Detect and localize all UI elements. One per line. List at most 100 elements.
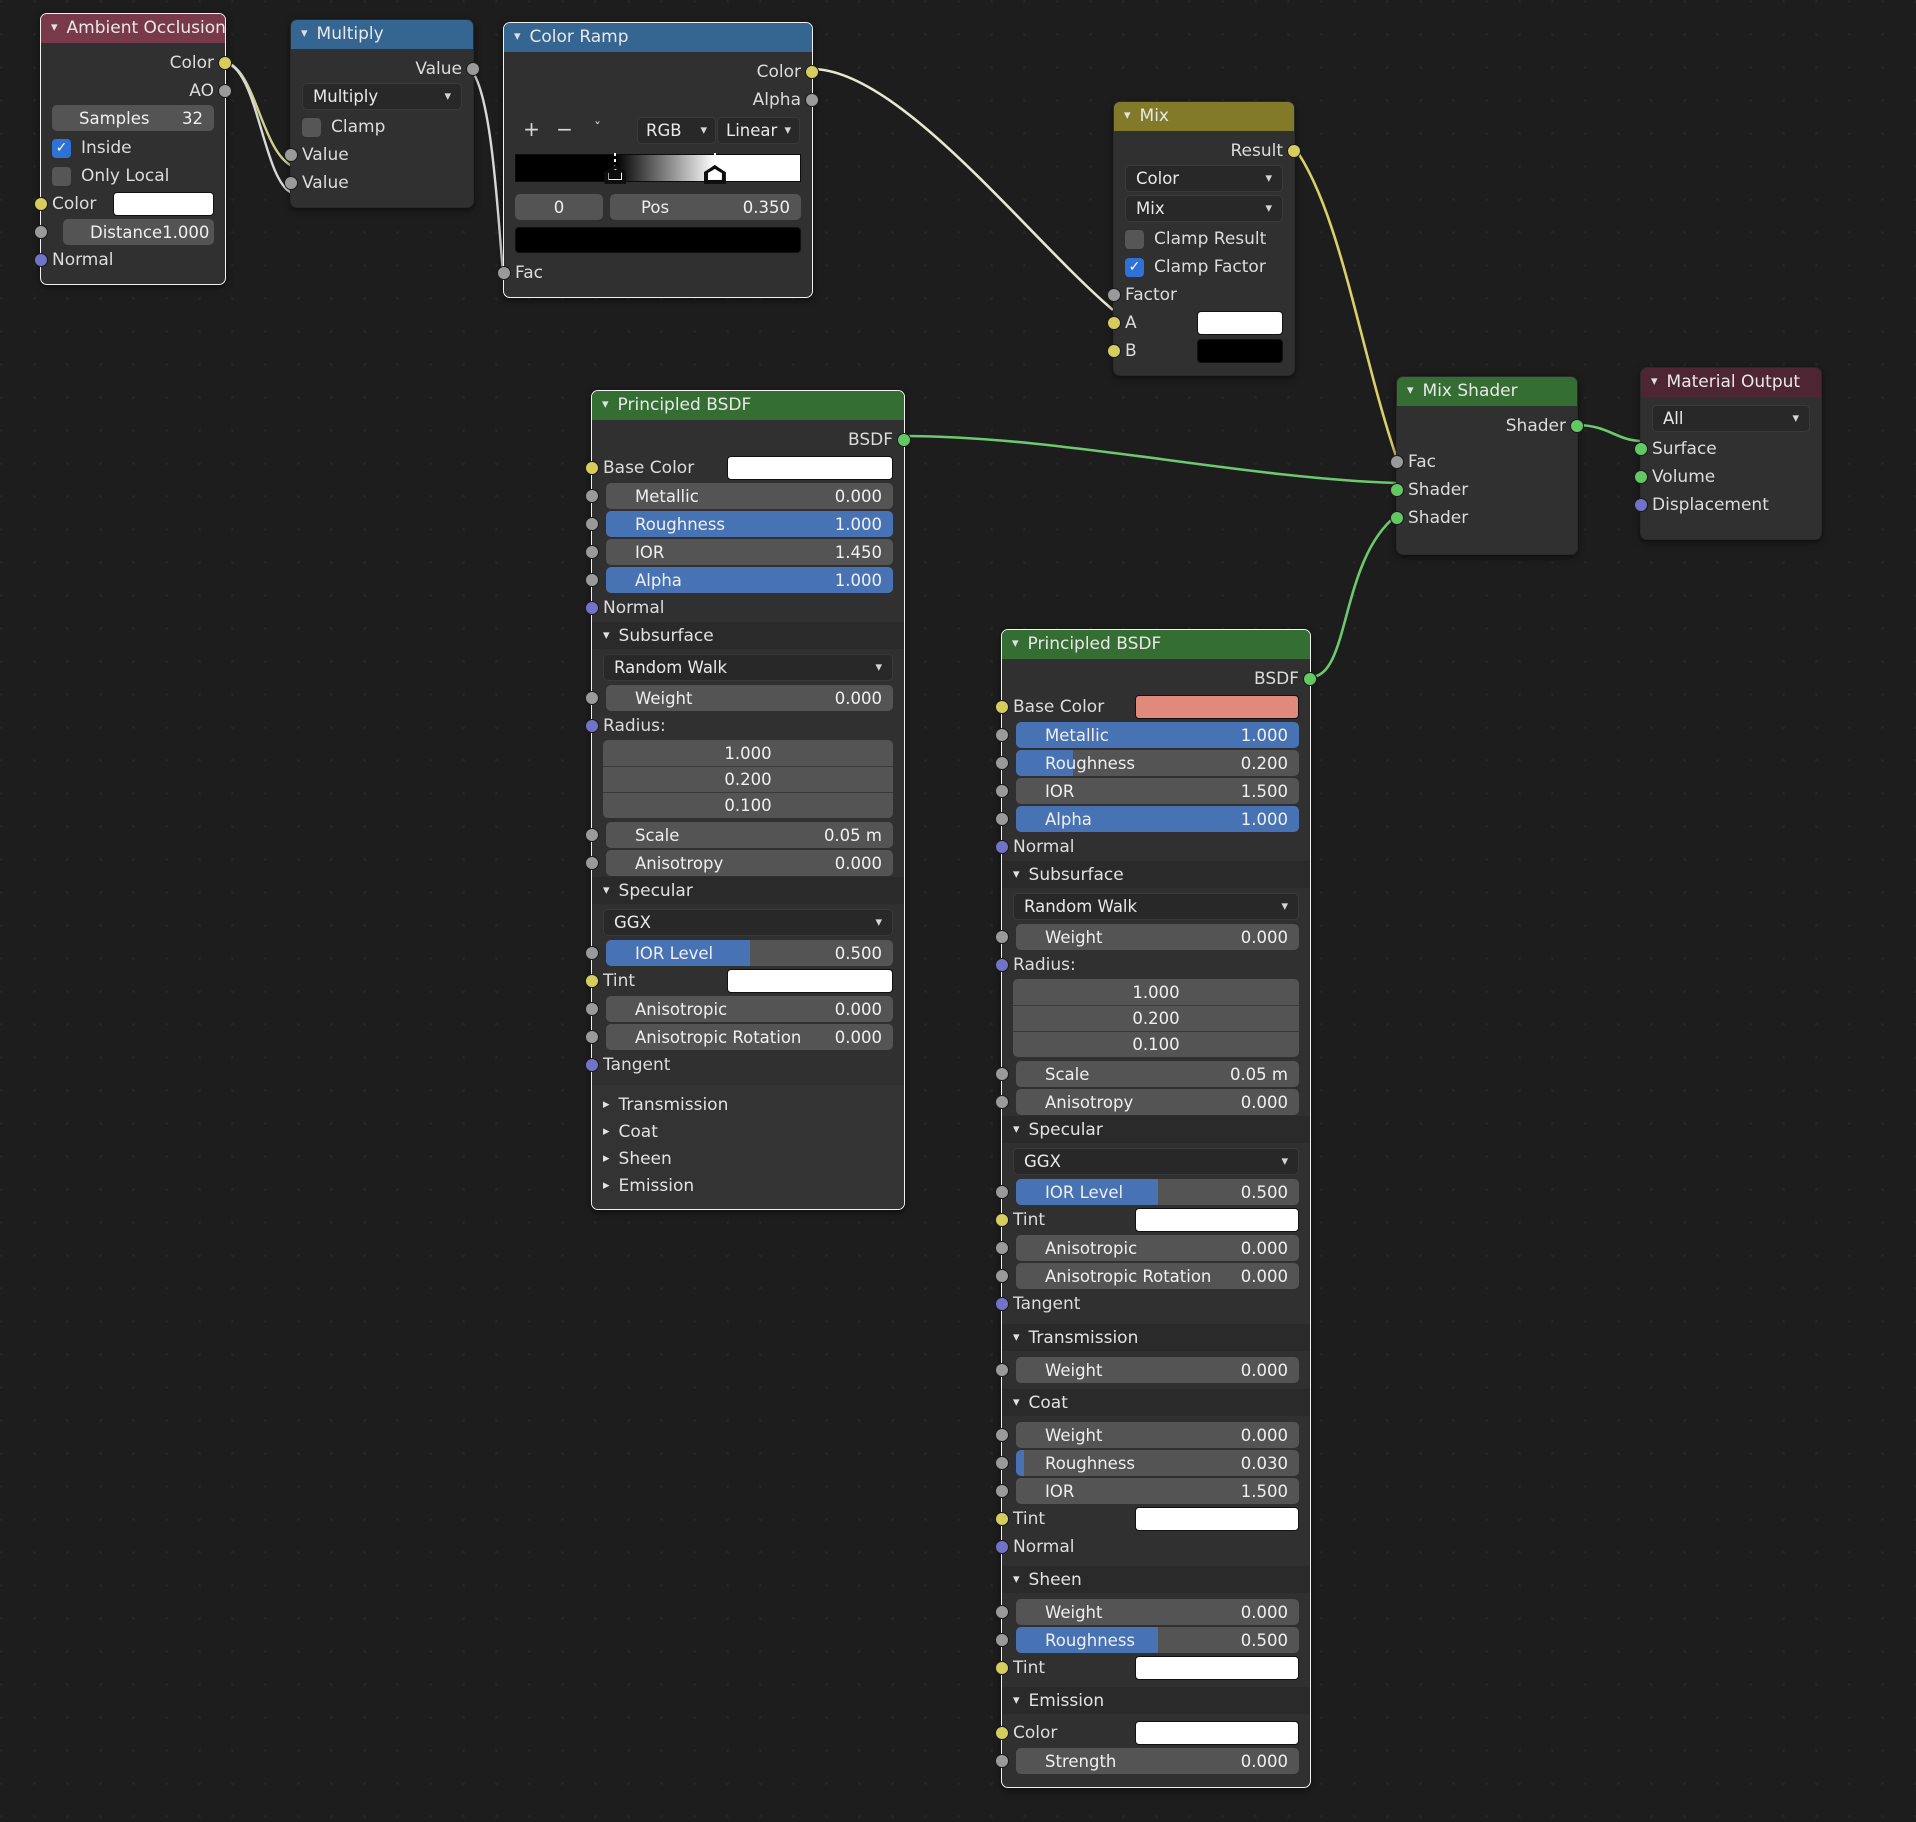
socket-color-out[interactable] xyxy=(805,65,819,79)
input-subsurface-radius[interactable]: Radius: xyxy=(995,951,1310,979)
socket-base-color-in[interactable] xyxy=(585,461,599,475)
output-mix-shader[interactable]: Shader xyxy=(1397,412,1584,440)
node-header-mix-shader[interactable]: ▾ Mix Shader xyxy=(1397,377,1577,406)
input-mix-b[interactable]: B xyxy=(1107,337,1294,365)
chevron-down-icon[interactable]: ▾ xyxy=(1013,867,1020,882)
coat-roughness-slider[interactable]: Roughness 0.030 xyxy=(1016,1450,1299,1476)
roughness-slider[interactable]: Roughness 0.200 xyxy=(1016,750,1299,776)
panel-coat[interactable]: ▾ Coat xyxy=(1002,1389,1310,1416)
input-coat-tint[interactable]: Tint xyxy=(995,1505,1310,1533)
socket-weight-in[interactable] xyxy=(995,1605,1009,1619)
output-mix-result[interactable]: Result xyxy=(1114,137,1301,165)
panel-emission[interactable]: ▾ Emission xyxy=(1002,1687,1310,1714)
socket-roughness-in[interactable] xyxy=(995,1633,1009,1647)
socket-anisotropic-rotation-in[interactable] xyxy=(995,1269,1009,1283)
socket-fac-in[interactable] xyxy=(497,266,511,280)
coat-weight-field[interactable]: Weight 0.000 xyxy=(1016,1422,1299,1448)
socket-anisotropy-in[interactable] xyxy=(995,1095,1009,1109)
socket-roughness-in[interactable] xyxy=(995,756,1009,770)
input-sheen-roughness[interactable]: Roughness 0.500 xyxy=(995,1626,1310,1654)
clamp-result-checkbox-row[interactable]: Clamp Result xyxy=(1114,225,1294,253)
color-swatch[interactable] xyxy=(113,192,214,216)
input-mix-a[interactable]: A xyxy=(1107,309,1294,337)
socket-roughness-in[interactable] xyxy=(585,517,599,531)
input-mix-shader-1[interactable]: Shader xyxy=(1390,476,1577,504)
socket-value-in[interactable] xyxy=(284,148,298,162)
input-multiply-value-2[interactable]: Value xyxy=(284,169,473,197)
socket-color-out[interactable] xyxy=(218,56,232,70)
specular-tint-swatch[interactable] xyxy=(1135,1208,1299,1232)
ramp-index-field[interactable]: 0 xyxy=(515,194,603,220)
node-mix[interactable]: ▾ Mix Result Color ▾ Mix ▾ Clamp Result … xyxy=(1107,101,1301,376)
input-mix-shader-2[interactable]: Shader xyxy=(1390,504,1577,532)
subsurface-anisotropy-field[interactable]: Anisotropy 0.000 xyxy=(606,850,893,876)
alpha-slider[interactable]: Alpha 1.000 xyxy=(1016,806,1299,832)
chevron-down-icon[interactable]: ▾ xyxy=(1407,376,1414,405)
chevron-right-icon[interactable]: ▸ xyxy=(603,1178,610,1193)
checkbox-checked-icon[interactable]: ✓ xyxy=(1125,257,1144,277)
color-mode-dropdown[interactable]: RGB ▾ xyxy=(637,117,716,144)
coat-tint-swatch[interactable] xyxy=(1135,1507,1299,1531)
ramp-menu-chevron-icon[interactable]: ˇ xyxy=(581,121,614,137)
specular-distribution-dropdown[interactable]: GGX ▾ xyxy=(603,909,893,936)
input-transmission-weight[interactable]: Weight 0.000 xyxy=(995,1356,1310,1384)
input-alpha[interactable]: Alpha 1.000 xyxy=(995,805,1310,833)
socket-shader-out[interactable] xyxy=(1570,419,1584,433)
socket-metallic-in[interactable] xyxy=(995,728,1009,742)
socket-normal-in[interactable] xyxy=(995,840,1009,854)
socket-tint-in[interactable] xyxy=(585,974,599,988)
socket-strength-in[interactable] xyxy=(995,1754,1009,1768)
panel-subsurface[interactable]: ▾ Subsurface xyxy=(592,622,904,649)
metallic-slider[interactable]: Metallic 1.000 xyxy=(1016,722,1299,748)
socket-anisotropic-in[interactable] xyxy=(585,1002,599,1016)
node-ambient-occlusion[interactable]: ▾ Ambient Occlusion Color AO Samples 32 ✓… xyxy=(34,13,232,285)
input-coat-normal[interactable]: Normal xyxy=(995,1533,1310,1561)
input-anisotropic-rotation[interactable]: Anisotropic Rotation 0.000 xyxy=(995,1262,1310,1290)
checkbox-unchecked-icon[interactable] xyxy=(302,117,321,137)
input-subsurface-radius[interactable]: Radius: xyxy=(585,712,904,740)
input-ior-level[interactable]: IOR Level 0.500 xyxy=(585,939,904,967)
panel-specular[interactable]: ▾ Specular xyxy=(592,877,904,904)
blend-mode-dropdown[interactable]: Mix ▾ xyxy=(1125,195,1283,222)
ramp-selected-color-swatch[interactable] xyxy=(515,227,801,253)
input-coat-ior[interactable]: IOR 1.500 xyxy=(995,1477,1310,1505)
node-color-ramp[interactable]: ▾ Color Ramp Color Alpha + − ˇ RGB ▾ Lin… xyxy=(497,22,819,298)
socket-anisotropic-rotation-in[interactable] xyxy=(585,1030,599,1044)
input-subsurface-weight[interactable]: Weight 0.000 xyxy=(995,923,1310,951)
chevron-down-icon[interactable]: ▾ xyxy=(1013,1330,1020,1345)
input-volume[interactable]: Volume xyxy=(1634,463,1821,491)
inside-checkbox-row[interactable]: ✓ Inside xyxy=(41,134,225,162)
input-normal[interactable]: Normal xyxy=(585,594,904,622)
ramp-stop-black[interactable] xyxy=(604,153,627,184)
ior-field[interactable]: IOR 1.500 xyxy=(1016,778,1299,804)
input-ior-level[interactable]: IOR Level 0.500 xyxy=(995,1178,1310,1206)
input-subsurface-anisotropy[interactable]: Anisotropy 0.000 xyxy=(585,849,904,877)
operation-dropdown[interactable]: Multiply ▾ xyxy=(302,83,462,110)
panel-coat-collapsed[interactable]: ▸ Coat xyxy=(592,1118,904,1145)
ior-field[interactable]: IOR 1.450 xyxy=(606,539,893,565)
remove-stop-icon[interactable]: − xyxy=(548,117,581,141)
input-ior[interactable]: IOR 1.450 xyxy=(585,538,904,566)
socket-ior-in[interactable] xyxy=(585,545,599,559)
subsurface-scale-field[interactable]: Scale 0.05 m xyxy=(1016,1061,1299,1087)
socket-surface-in[interactable] xyxy=(1634,442,1648,456)
input-base-color[interactable]: Base Color xyxy=(585,454,904,482)
checkbox-unchecked-icon[interactable] xyxy=(1125,229,1144,249)
input-mix-factor[interactable]: Factor xyxy=(1107,281,1294,309)
subsurface-anisotropy-field[interactable]: Anisotropy 0.000 xyxy=(1016,1089,1299,1115)
input-sheen-tint[interactable]: Tint xyxy=(995,1654,1310,1682)
chevron-down-icon[interactable]: ▾ xyxy=(602,390,609,419)
output-bsdf[interactable]: BSDF xyxy=(592,426,911,454)
metallic-slider[interactable]: Metallic 0.000 xyxy=(606,483,893,509)
color-swatch-a[interactable] xyxy=(1197,311,1283,335)
socket-weight-in[interactable] xyxy=(995,930,1009,944)
panel-transmission-collapsed[interactable]: ▸ Transmission xyxy=(592,1091,904,1118)
only-local-checkbox-row[interactable]: Only Local xyxy=(41,162,225,190)
input-anisotropic-rotation[interactable]: Anisotropic Rotation 0.000 xyxy=(585,1023,904,1051)
radius-y-field[interactable]: 0.200 xyxy=(1013,1005,1299,1031)
socket-roughness-in[interactable] xyxy=(995,1456,1009,1470)
socket-weight-in[interactable] xyxy=(585,691,599,705)
clamp-checkbox-row[interactable]: Clamp xyxy=(291,113,473,141)
node-material-output[interactable]: ▾ Material Output All ▾ Surface Volume D… xyxy=(1634,367,1822,540)
clamp-factor-checkbox-row[interactable]: ✓ Clamp Factor xyxy=(1114,253,1294,281)
